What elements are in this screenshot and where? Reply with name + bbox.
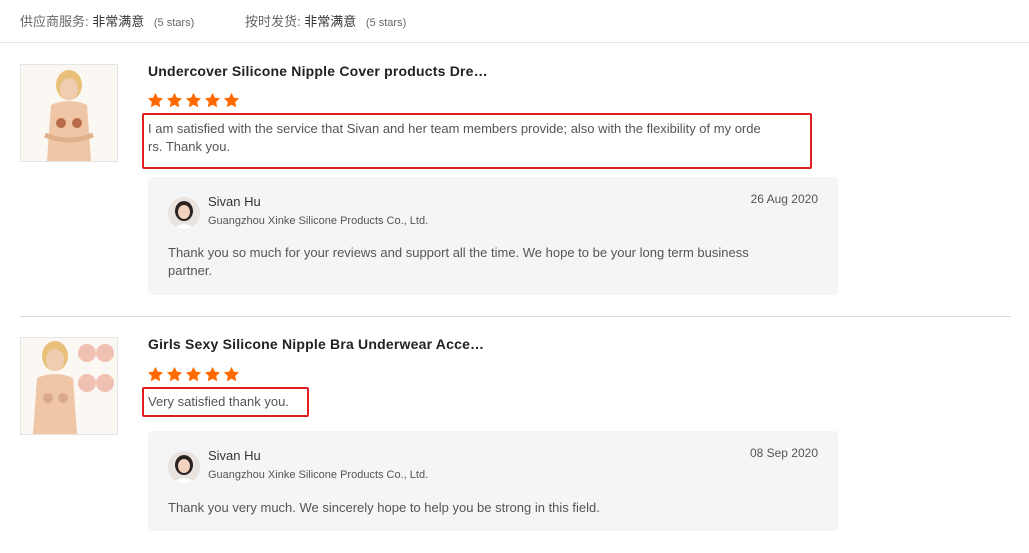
- on-time-stars: (5 stars): [365, 17, 407, 29]
- replier-name: Sivan Hu: [208, 448, 261, 463]
- replier-name: Sivan Hu: [208, 194, 261, 209]
- star-icon: [166, 92, 183, 108]
- review-rating-stars: [147, 92, 240, 110]
- replier-company: Guangzhou Xinke Silicone Products Co., L…: [208, 215, 429, 227]
- seller-reply: Sivan Hu Guangzhou Xinke Silicone Produc…: [148, 431, 838, 531]
- supplier-service-stars: (5 stars): [153, 17, 195, 29]
- seller-reply: Sivan Hu Guangzhou Xinke Silicone Produc…: [148, 177, 838, 295]
- product-thumbnail[interactable]: [20, 64, 118, 162]
- review-text: I am satisfied with the service that Siv…: [148, 120, 761, 156]
- star-icon: [204, 92, 221, 108]
- star-icon: [185, 366, 202, 382]
- reply-text-line: Thank you so much for your reviews and s…: [168, 245, 749, 260]
- on-time-value: 非常满意: [304, 14, 357, 29]
- star-icon: [166, 366, 183, 382]
- review-item: Girls Sexy Silicone Nipple Bra Underwear…: [20, 317, 1011, 553]
- reply-date: 26 Aug 2020: [750, 192, 818, 206]
- product-thumbnail[interactable]: [20, 337, 118, 435]
- product-title[interactable]: Undercover Silicone Nipple Cover product…: [148, 63, 488, 79]
- on-time-delivery-rating: 按时发货: 非常满意 (5 stars): [245, 11, 406, 30]
- star-icon: [204, 366, 221, 382]
- avatar-icon: [168, 197, 200, 229]
- reply-text: Thank you very much. We sincerely hope t…: [168, 499, 808, 517]
- review-text-line: rs. Thank you.: [148, 139, 231, 154]
- review-item: Undercover Silicone Nipple Cover product…: [20, 44, 1011, 317]
- reply-date: 08 Sep 2020: [749, 446, 818, 460]
- review-text-line: I am satisfied with the service that Siv…: [148, 121, 761, 136]
- reply-text-line: Thank you very much. We sincerely hope t…: [168, 500, 600, 515]
- avatar: [168, 197, 200, 229]
- star-icon: [223, 92, 240, 108]
- star-icon: [147, 366, 164, 382]
- reply-text-line: partner.: [168, 263, 213, 278]
- review-text-line: Very satisfied thank you.: [148, 394, 289, 409]
- supplier-service-label: 供应商服务:: [20, 14, 89, 29]
- replier-company: Guangzhou Xinke Silicone Products Co., L…: [208, 469, 429, 481]
- avatar: [168, 451, 200, 483]
- star-icon: [185, 92, 202, 108]
- supplier-service-rating: 供应商服务: 非常满意 (5 stars): [20, 11, 194, 30]
- product-image-icon: [21, 338, 117, 434]
- rating-summary-bar: 供应商服务: 非常满意 (5 stars) 按时发货: 非常满意 (5 star…: [0, 0, 1029, 43]
- avatar-icon: [168, 451, 200, 483]
- review-rating-stars: [147, 366, 240, 384]
- star-icon: [147, 92, 164, 108]
- review-text: Very satisfied thank you.: [148, 393, 289, 411]
- product-title[interactable]: Girls Sexy Silicone Nipple Bra Underwear…: [148, 336, 484, 352]
- reply-text: Thank you so much for your reviews and s…: [168, 244, 808, 280]
- product-image-icon: [21, 65, 117, 161]
- star-icon: [223, 366, 240, 382]
- on-time-label: 按时发货:: [245, 14, 301, 29]
- supplier-service-value: 非常满意: [92, 14, 145, 29]
